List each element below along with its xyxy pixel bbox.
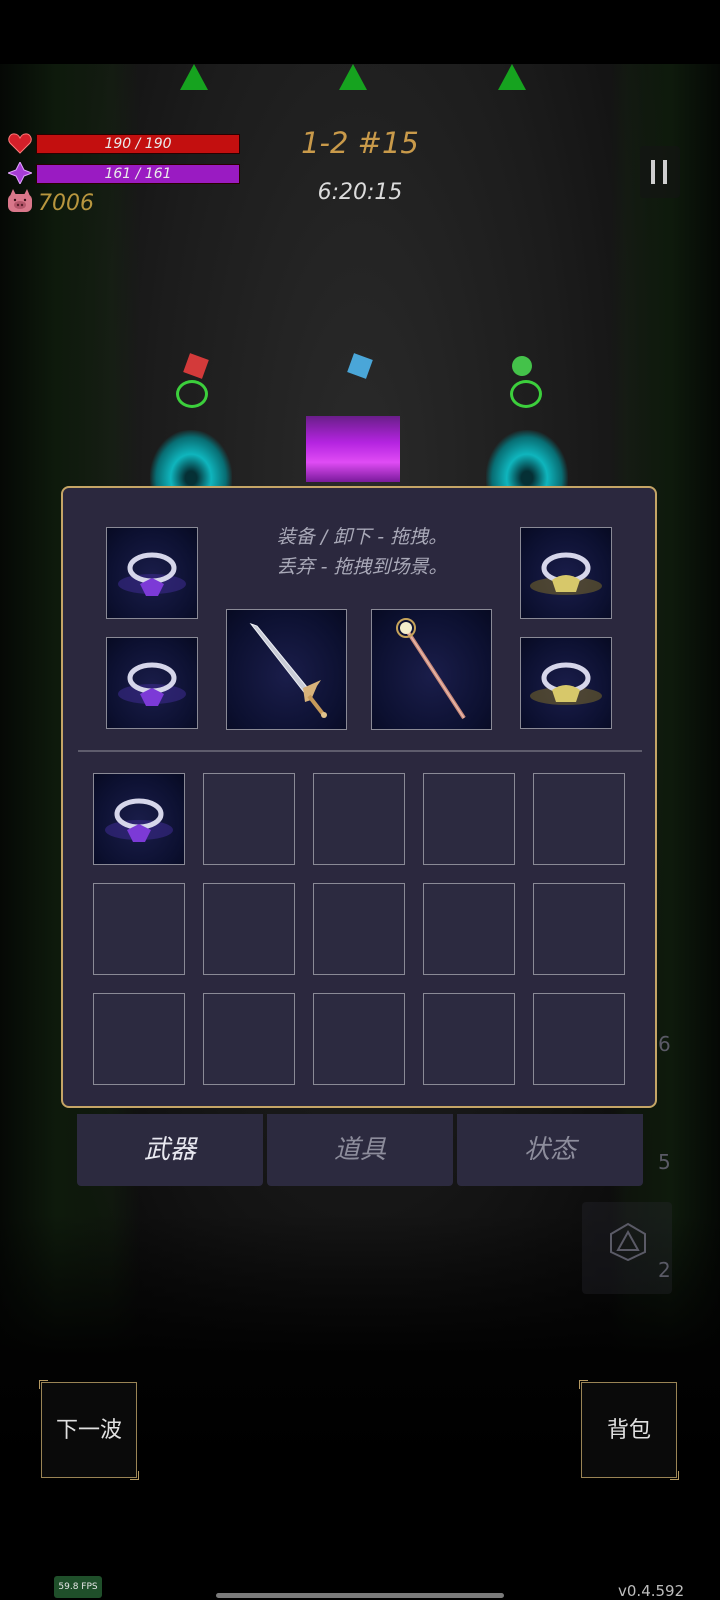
side-count: 2	[658, 1258, 671, 1282]
stage-label: 1-2 #15	[301, 126, 419, 160]
bag-slot[interactable]	[93, 993, 185, 1085]
tab-items[interactable]: 道具	[267, 1114, 453, 1186]
version-label: v0.4.592	[618, 1582, 685, 1600]
fps-counter: 59.8 FPS	[54, 1576, 102, 1598]
pig-icon	[8, 189, 32, 212]
bag-slot[interactable]	[533, 883, 625, 975]
pause-icon	[663, 160, 667, 184]
bag-slot[interactable]	[423, 993, 515, 1085]
next-wave-button[interactable]: 下一波	[39, 1380, 139, 1480]
gold-ring-icon	[530, 552, 602, 595]
pause-icon	[651, 160, 655, 184]
bag-slot[interactable]	[93, 883, 185, 975]
equip-slot-ring-left-bottom[interactable]	[106, 637, 198, 729]
gold-count: 7006	[38, 191, 94, 216]
bag-slot[interactable]	[313, 993, 405, 1085]
bag-slot[interactable]	[313, 773, 405, 865]
spawn-arrow-icon	[180, 64, 208, 90]
bag-slot[interactable]	[533, 773, 625, 865]
bag-slot[interactable]	[203, 993, 295, 1085]
hp-bar: 190 / 190	[36, 134, 240, 154]
mana-crystal-icon	[8, 162, 32, 184]
equip-slot-weapon-2[interactable]	[371, 609, 492, 730]
portal-right	[486, 430, 568, 490]
pause-button[interactable]	[640, 146, 680, 198]
inventory-divider	[78, 750, 642, 752]
portal-left	[150, 430, 232, 490]
gold-ring-icon	[530, 662, 602, 705]
equip-slot-ring-left-top[interactable]	[106, 527, 198, 619]
bag-slot[interactable]	[313, 883, 405, 975]
side-count: 6	[658, 1032, 671, 1056]
bag-slot[interactable]	[423, 883, 515, 975]
purple-ring-icon	[118, 552, 186, 596]
inventory-hint: 装备 / 卸下 - 拖拽。 丢弃 - 拖拽到场景。	[236, 522, 488, 582]
hint-line-1: 装备 / 卸下 - 拖拽。	[276, 526, 448, 548]
hint-line-2: 丢弃 - 拖拽到场景。	[276, 556, 448, 578]
tab-weapons[interactable]: 武器	[77, 1114, 263, 1186]
timer: 6:20:15	[317, 180, 403, 205]
backpack-button[interactable]: 背包	[579, 1380, 679, 1480]
side-count: 5	[658, 1150, 671, 1174]
bag-slot[interactable]	[533, 993, 625, 1085]
spawn-arrow-icon	[339, 64, 367, 90]
rune-ring-icon	[510, 380, 542, 408]
home-indicator[interactable]	[216, 1593, 504, 1598]
sword-icon	[249, 623, 327, 718]
purple-ring-icon	[105, 798, 173, 842]
spawn-arrow-icon	[498, 64, 526, 90]
rune-ring-icon	[176, 380, 208, 408]
staff-icon	[396, 618, 466, 720]
bag-slot[interactable]	[203, 883, 295, 975]
bag-slot[interactable]	[203, 773, 295, 865]
portal-center	[306, 416, 400, 482]
bag-slot[interactable]	[423, 773, 515, 865]
heart-icon	[8, 133, 32, 154]
equip-slot-ring-right-top[interactable]	[520, 527, 612, 619]
tab-status[interactable]: 状态	[457, 1114, 643, 1186]
dice-card[interactable]: 2	[582, 1202, 672, 1294]
equip-slot-weapon-1[interactable]	[226, 609, 347, 730]
mp-bar: 161 / 161	[36, 164, 240, 184]
equip-slot-ring-right-bottom[interactable]	[520, 637, 612, 729]
bag-slot[interactable]	[93, 773, 185, 865]
dice-icon	[610, 1222, 646, 1262]
purple-ring-icon	[118, 662, 186, 706]
